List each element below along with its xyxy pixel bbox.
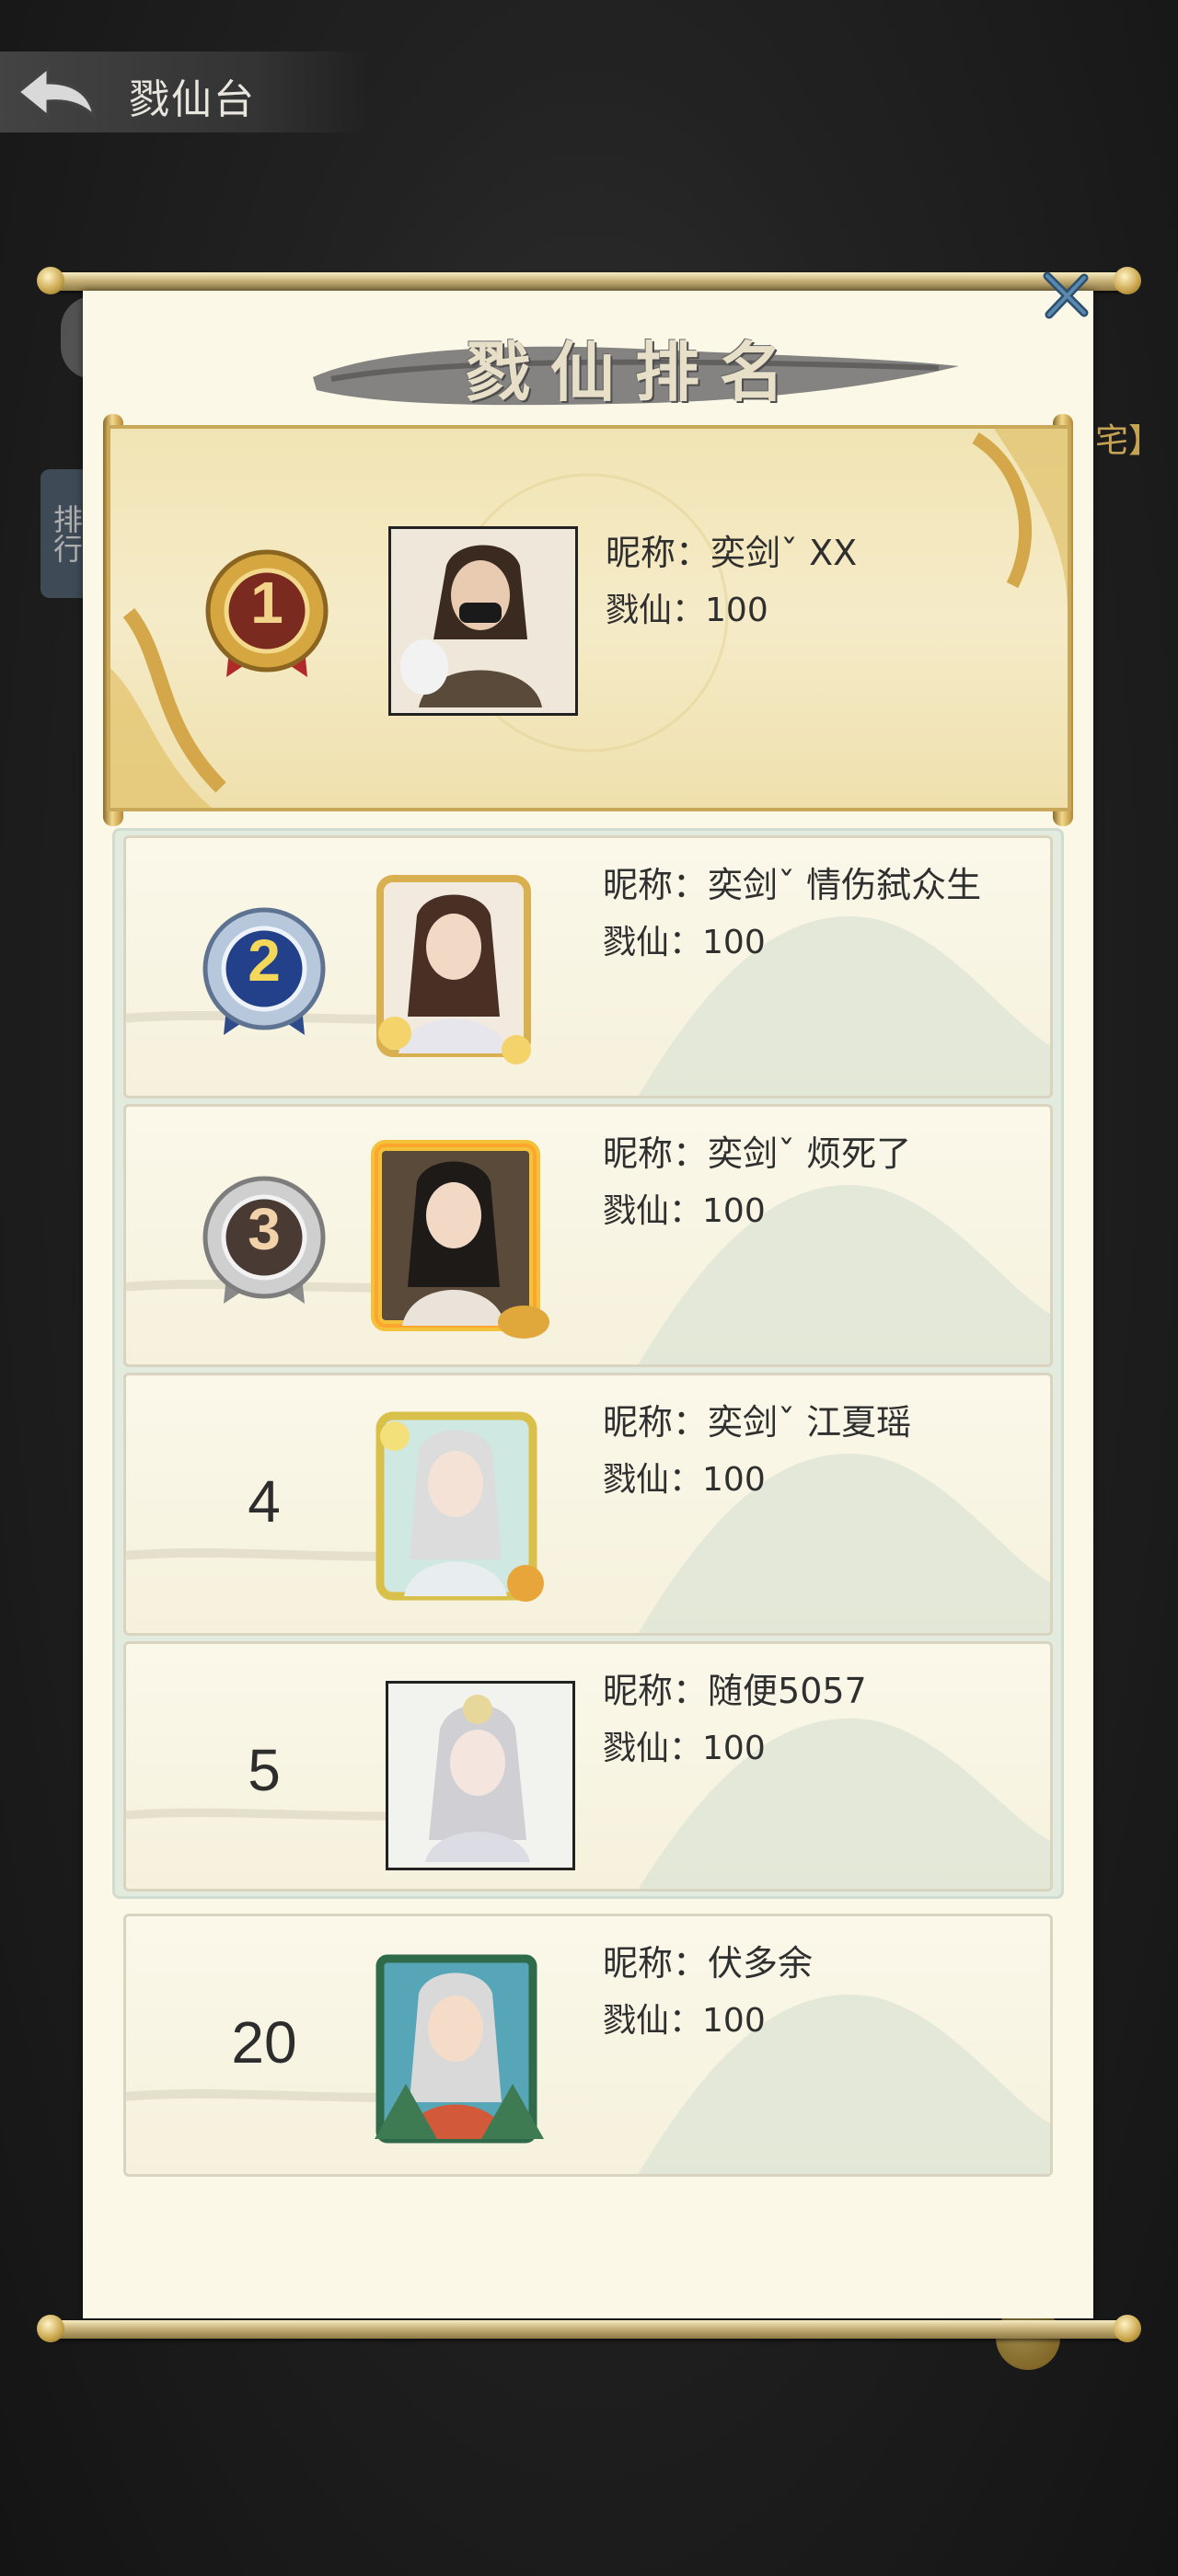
- back-button[interactable]: [13, 63, 101, 121]
- player-nickname: 昵称：奕剑ˇ 江夏瑶: [603, 1402, 912, 1443]
- rank-row-1[interactable]: 1 昵称：奕剑ˇ XX 戮仙：100: [107, 425, 1071, 811]
- close-button[interactable]: [1038, 269, 1093, 324]
- avatar[interactable]: [362, 869, 546, 1064]
- scroll-rod-top: [37, 267, 1141, 294]
- rank-number: 5: [248, 1737, 281, 1803]
- scroll-rod-bottom: [37, 2315, 1141, 2342]
- avatar[interactable]: [386, 1681, 575, 1870]
- portrait-icon: [375, 1954, 544, 2144]
- background-hint-text: 宅】: [1094, 422, 1161, 460]
- rank-row-3[interactable]: 3 昵称：奕剑ˇ 烦死了 戮仙：100: [123, 1104, 1053, 1367]
- rank-number: 1: [250, 569, 283, 636]
- player-score: 戮仙：100: [603, 1192, 766, 1230]
- player-nickname: 昵称：奕剑ˇ 情伤弑众生: [603, 865, 982, 905]
- player-nickname: 昵称：奕剑ˇ XX: [606, 533, 858, 573]
- rank-number: 2: [248, 927, 281, 994]
- player-nickname: 昵称：随便5057: [603, 1671, 867, 1711]
- back-arrow-icon: [16, 64, 97, 121]
- avatar[interactable]: [362, 1131, 549, 1339]
- avatar[interactable]: [362, 1403, 546, 1602]
- rank-row-5[interactable]: 5 昵称：随便5057 戮仙：100: [123, 1641, 1053, 1892]
- player-score: 戮仙：100: [603, 924, 766, 961]
- rank-number: 20: [231, 2009, 297, 2076]
- page-title: 戮仙台: [129, 76, 256, 123]
- portrait-icon: [425, 1695, 530, 1862]
- rank-row-2[interactable]: 2 昵称：奕剑ˇ 情伤弑众生 戮仙：100: [123, 835, 1053, 1098]
- panel-title: 戮仙排名: [466, 334, 804, 410]
- player-nickname: 昵称：伏多余: [603, 1943, 814, 1984]
- player-score: 戮仙：100: [603, 1461, 766, 1499]
- top-bar: 戮仙台: [0, 52, 368, 132]
- portrait-icon: [400, 545, 542, 707]
- portrait-icon: [376, 875, 531, 1064]
- avatar[interactable]: [362, 1946, 546, 2144]
- portrait-icon: [371, 1140, 549, 1339]
- player-score: 戮仙：100: [603, 1730, 766, 1767]
- rank-number: 3: [248, 1196, 281, 1262]
- rank-row-4[interactable]: 4 昵称：奕剑ˇ 江夏瑶 戮仙：100: [123, 1373, 1053, 1636]
- player-score: 戮仙：100: [606, 592, 768, 629]
- player-nickname: 昵称：奕剑ˇ 烦死了: [603, 1133, 912, 1174]
- my-rank-row[interactable]: 20 昵称：伏多余 戮仙：100: [123, 1914, 1053, 2177]
- panel-title-banner: 戮仙排名: [304, 322, 966, 423]
- avatar[interactable]: [388, 526, 578, 716]
- player-score: 戮仙：100: [603, 2002, 766, 2040]
- close-icon: [1043, 271, 1089, 319]
- portrait-icon: [375, 1411, 544, 1602]
- rank-number: 4: [248, 1468, 281, 1535]
